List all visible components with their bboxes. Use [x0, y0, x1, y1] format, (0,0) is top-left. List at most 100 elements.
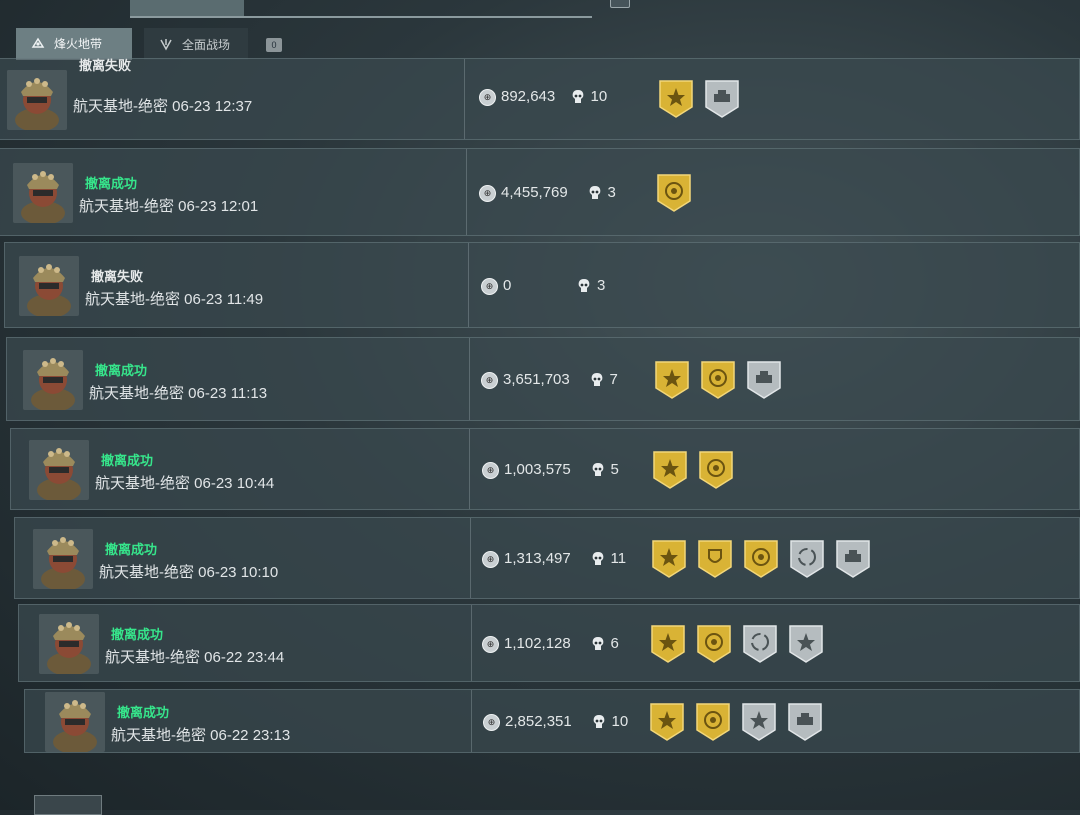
silver-cycle-medal-icon[interactable] [789, 539, 825, 579]
operator-avatar [7, 70, 67, 130]
row-divider [469, 338, 470, 420]
skull-icon [571, 89, 585, 105]
gold-target-medal-icon[interactable] [700, 360, 736, 400]
row-divider [470, 518, 471, 598]
mode-count-badge: 0 [266, 38, 282, 52]
skull-icon [591, 462, 605, 478]
match-record-row[interactable]: 撤离失败航天基地-绝密 06-23 12:37 ⊕ 892,643 10 [0, 58, 1080, 140]
kill-count: 11 [610, 550, 627, 567]
coin-icon: ⊕ [479, 89, 496, 106]
row-divider [471, 690, 472, 752]
silver-cycle-medal-icon[interactable] [742, 624, 778, 664]
extraction-status: 撤离成功 [111, 627, 164, 642]
silver-star-medal-icon[interactable] [741, 702, 777, 742]
match-detail: 航天基地-绝密 06-23 11:13 [89, 385, 268, 402]
skull-icon [592, 714, 606, 730]
extraction-status: 撤离失败 [79, 58, 132, 73]
extraction-status: 撤离成功 [105, 542, 158, 557]
operator-avatar [23, 350, 83, 410]
coin-icon: ⊕ [482, 551, 499, 568]
skull-icon [577, 278, 591, 294]
match-record-row[interactable]: 撤离成功 航天基地-绝密 06-22 23:44 ⊕ 1,102,128 6 [18, 604, 1080, 682]
gold-star-medal-icon[interactable] [651, 539, 687, 579]
coin-icon: ⊕ [481, 278, 498, 295]
kill-count: 3 [597, 277, 606, 294]
coin-icon: ⊕ [483, 714, 500, 731]
match-detail: 航天基地-绝密 06-23 12:01 [79, 198, 259, 215]
gold-star-medal-icon[interactable] [654, 360, 690, 400]
gold-star-medal-icon[interactable] [658, 79, 694, 119]
kill-count: 10 [611, 713, 629, 730]
match-record-row[interactable]: 撤离失败航天基地-绝密 06-23 11:49 ⊕ 0 3 [4, 242, 1080, 328]
gold-target-medal-icon[interactable] [743, 539, 779, 579]
loot-value: 2,852,351 [505, 713, 572, 730]
gold-star-medal-icon[interactable] [650, 624, 686, 664]
match-record-row[interactable]: 撤离成功航天基地-绝密 06-23 11:13 ⊕ 3,651,703 7 [6, 337, 1080, 421]
operator-avatar [33, 529, 93, 589]
silver-vehicle-medal-icon[interactable] [835, 539, 871, 579]
gold-target-medal-icon[interactable] [695, 702, 731, 742]
match-detail: 航天基地-绝密 06-22 23:13 [111, 727, 291, 744]
coin-icon: ⊕ [482, 462, 499, 479]
loot-value: 4,455,769 [501, 184, 568, 201]
row-divider [471, 605, 472, 681]
kill-count: 10 [590, 88, 608, 105]
coin-icon: ⊕ [479, 185, 496, 202]
silver-vehicle-medal-icon[interactable] [704, 79, 740, 119]
operator-avatar [45, 692, 105, 752]
extraction-status: 撤离成功 [95, 363, 148, 378]
kill-count: 5 [610, 461, 619, 478]
tab-fire-zone-label: 烽火地带 [54, 36, 103, 51]
silver-vehicle-medal-icon[interactable] [746, 360, 782, 400]
match-record-row[interactable]: 撤离成功航天基地-绝密 06-23 10:10 ⊕ 1,313,497 11 [14, 517, 1080, 599]
match-detail: 航天基地-绝密 06-23 11:49 [85, 291, 264, 308]
silver-star-medal-icon[interactable] [788, 624, 824, 664]
skull-icon [588, 185, 602, 201]
extraction-status: 撤离失败 [91, 269, 144, 284]
gold-star-medal-icon[interactable] [649, 702, 685, 742]
match-detail: 航天基地-绝密 06-23 10:10 [99, 564, 279, 581]
gold-shield-medal-icon[interactable] [697, 539, 733, 579]
match-detail: 航天基地-绝密 06-22 23:44 [105, 649, 285, 666]
gold-star-medal-icon[interactable] [652, 450, 688, 490]
top-nav-underline [130, 16, 592, 18]
row-divider [469, 429, 470, 509]
tab-battlefield[interactable]: 全面战场 [144, 28, 248, 60]
coin-icon: ⊕ [481, 372, 498, 389]
match-record-row[interactable]: 撤离成功航天基地-绝密 06-23 12:01 ⊕ 4,455,769 3 [0, 148, 1080, 236]
kill-count: 7 [609, 371, 618, 388]
silver-vehicle-medal-icon[interactable] [787, 702, 823, 742]
loot-value: 892,643 [501, 88, 556, 105]
top-nav-icon[interactable] [610, 0, 630, 8]
row-divider [468, 243, 469, 327]
extraction-status: 撤离成功 [117, 705, 170, 720]
match-detail: 航天基地-绝密 06-23 10:44 [95, 475, 275, 492]
operator-avatar [39, 614, 99, 674]
battlefield-icon [158, 36, 174, 52]
match-record-row[interactable]: 撤离成功 航天基地-绝密 06-23 10:44 ⊕ 1,003,575 5 [10, 428, 1080, 510]
skull-icon [591, 551, 605, 567]
row-divider [466, 149, 467, 235]
loot-value: 3,651,703 [503, 371, 570, 388]
coin-icon: ⊕ [482, 636, 499, 653]
kill-count: 3 [607, 184, 616, 201]
loot-value: 1,003,575 [504, 461, 571, 478]
gold-target-medal-icon[interactable] [698, 450, 734, 490]
tab-battlefield-label: 全面战场 [182, 37, 231, 52]
fire-zone-icon [30, 35, 46, 51]
loot-value: 0 [503, 277, 512, 294]
gold-target-medal-icon[interactable] [656, 173, 692, 213]
kill-count: 6 [610, 635, 619, 652]
operator-avatar [19, 256, 79, 316]
match-detail: 航天基地-绝密 06-23 12:37 [73, 98, 253, 115]
match-record-row[interactable]: 撤离成功航天基地-绝密 06-22 23:13 ⊕ 2,852,351 10 [24, 689, 1080, 753]
row-divider [464, 59, 465, 139]
loot-value: 1,313,497 [504, 550, 571, 567]
operator-avatar [29, 440, 89, 500]
bottom-button[interactable] [34, 795, 102, 815]
skull-icon [591, 636, 605, 652]
operator-avatar [13, 163, 73, 223]
top-nav [0, 0, 1080, 18]
extraction-status: 撤离成功 [85, 176, 138, 191]
gold-target-medal-icon[interactable] [696, 624, 732, 664]
